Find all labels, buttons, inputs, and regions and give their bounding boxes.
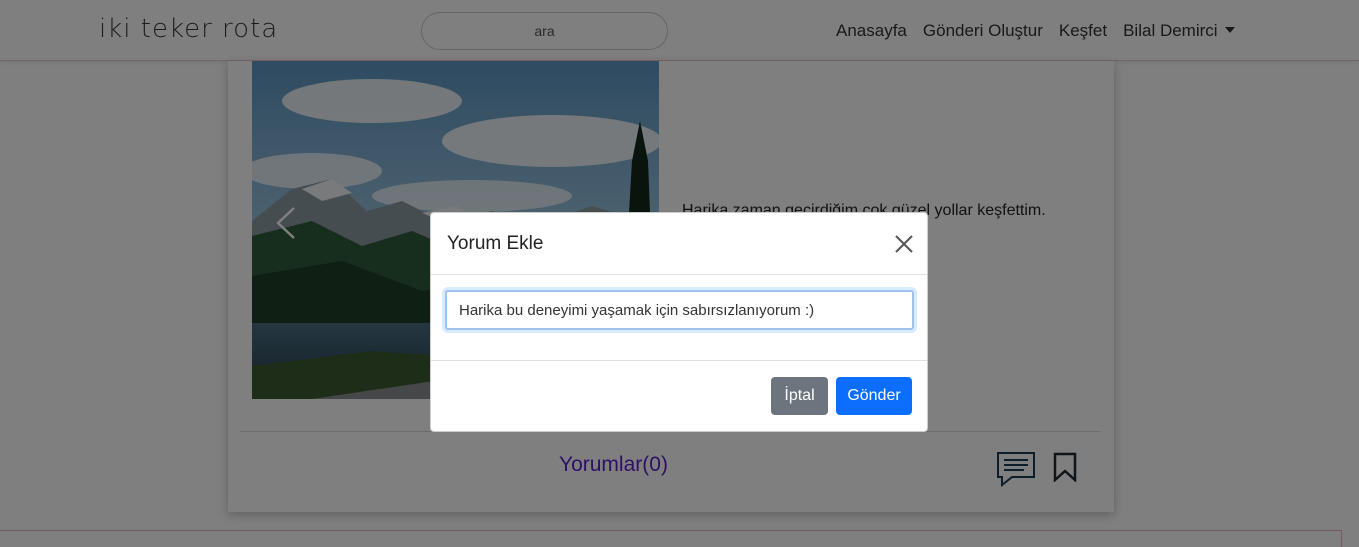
modal-body xyxy=(431,276,927,361)
close-icon[interactable] xyxy=(893,233,915,255)
send-button[interactable]: Gönder xyxy=(836,377,912,415)
modal-header: Yorum Ekle xyxy=(431,213,927,275)
comment-input[interactable] xyxy=(445,290,914,330)
add-comment-modal: Yorum Ekle İptal Gönder xyxy=(430,212,928,432)
modal-title: Yorum Ekle xyxy=(447,233,544,254)
cancel-button[interactable]: İptal xyxy=(771,377,828,415)
